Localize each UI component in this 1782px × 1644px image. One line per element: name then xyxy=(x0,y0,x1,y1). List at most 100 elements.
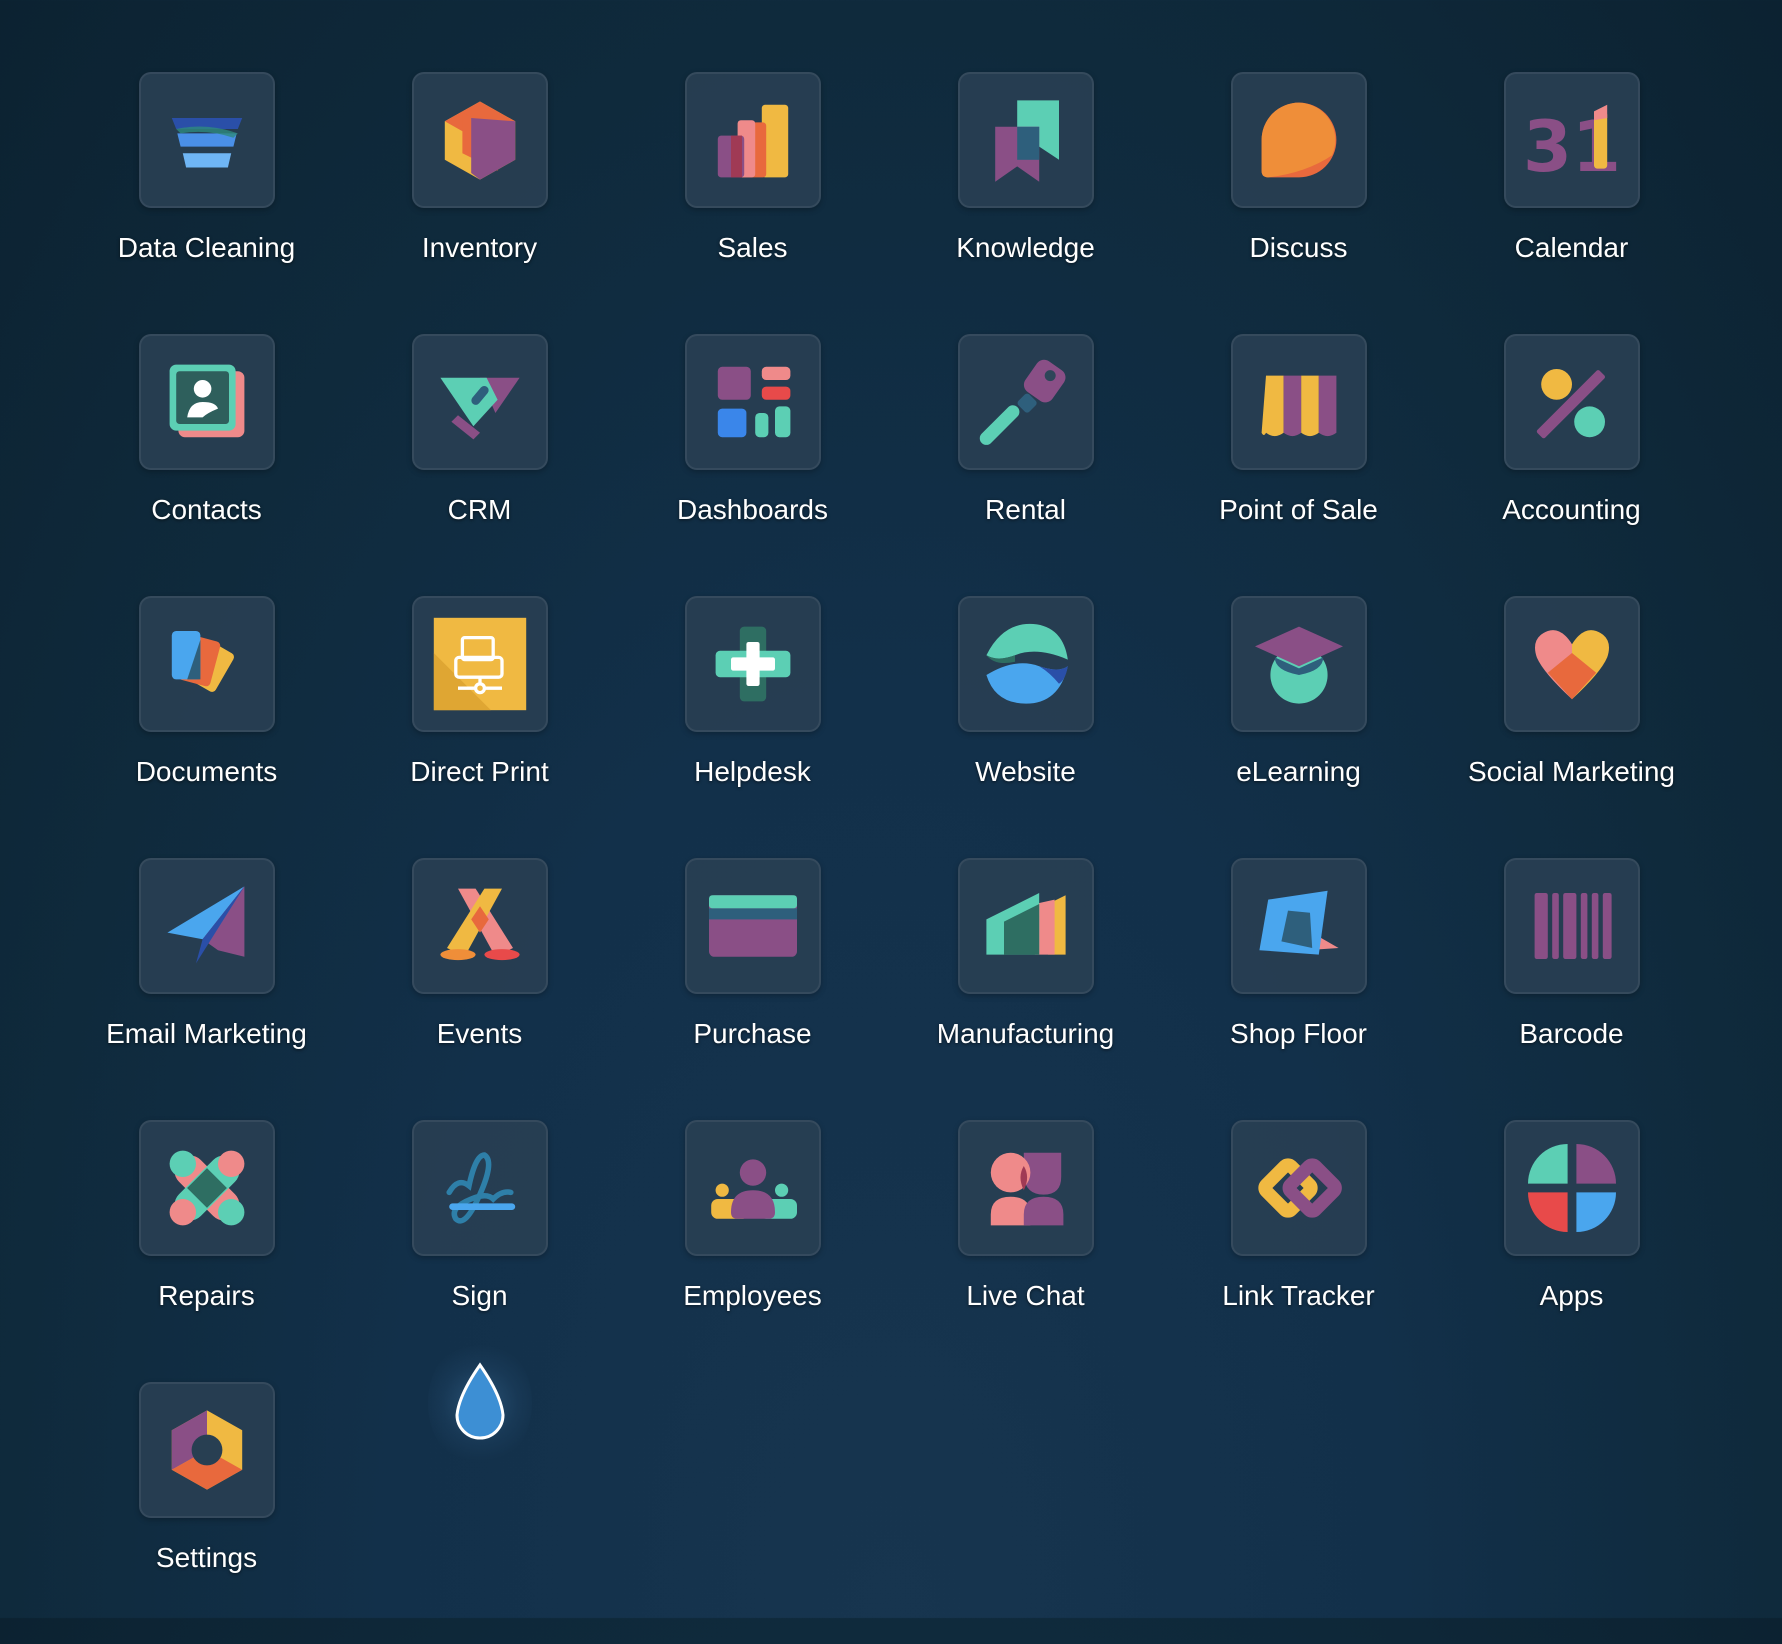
app-tile[interactable] xyxy=(138,334,275,470)
app-label: Inventory xyxy=(421,232,538,263)
app-label: eLearning xyxy=(1236,756,1361,787)
app-email-marketing[interactable]: Email Marketing xyxy=(70,858,343,1120)
manufacturing-icon xyxy=(985,893,1066,955)
app-tile[interactable] xyxy=(684,596,821,732)
app-apps[interactable]: Apps xyxy=(1435,1120,1708,1382)
sign-icon xyxy=(445,1152,515,1224)
app-settings[interactable]: Settings xyxy=(70,1382,343,1644)
app-tile[interactable] xyxy=(138,72,275,208)
app-inventory[interactable]: Inventory xyxy=(343,72,616,334)
contacts-icon xyxy=(169,364,244,438)
app-tile[interactable] xyxy=(957,1120,1094,1256)
app-tile[interactable] xyxy=(684,858,821,994)
app-social-marketing[interactable]: Social Marketing xyxy=(1435,596,1708,858)
app-employees[interactable]: Employees xyxy=(616,1120,889,1382)
app-label: Live Chat xyxy=(966,1280,1085,1311)
app-tile[interactable] xyxy=(957,858,1094,994)
app-tile[interactable] xyxy=(411,72,548,208)
shop-floor-icon xyxy=(1258,890,1339,955)
app-tile[interactable] xyxy=(1230,1120,1367,1256)
app-tile[interactable] xyxy=(957,72,1094,208)
app-repairs[interactable]: Repairs xyxy=(70,1120,343,1382)
app-discuss[interactable]: Discuss xyxy=(1162,72,1435,334)
app-calendar[interactable]: 31 Calendar xyxy=(1435,72,1708,334)
app-label: Documents xyxy=(135,756,278,787)
direct-print-icon xyxy=(433,617,526,711)
app-label: Website xyxy=(975,756,1076,787)
app-crm[interactable]: CRM xyxy=(343,334,616,596)
app-contacts[interactable]: Contacts xyxy=(70,334,343,596)
crm-icon xyxy=(439,377,520,440)
app-tile[interactable] xyxy=(411,858,548,994)
app-rental[interactable]: Rental xyxy=(889,334,1162,596)
app-grid: Data Cleaning Inventory Sales Knowledge … xyxy=(70,72,1708,1644)
app-tile[interactable] xyxy=(138,1382,275,1518)
app-point-of-sale[interactable]: Point of Sale xyxy=(1162,334,1435,596)
app-tile[interactable] xyxy=(1230,596,1367,732)
app-label: Helpdesk xyxy=(694,756,811,787)
app-label: Link Tracker xyxy=(1222,1280,1375,1311)
app-data-cleaning[interactable]: Data Cleaning xyxy=(70,72,343,334)
app-label: Sales xyxy=(717,232,788,263)
data-cleaning-icon xyxy=(171,118,242,168)
app-tile[interactable] xyxy=(684,1120,821,1256)
app-label: Apps xyxy=(1539,1280,1604,1311)
app-accounting[interactable]: Accounting xyxy=(1435,334,1708,596)
app-sales[interactable]: Sales xyxy=(616,72,889,334)
email-marketing-icon xyxy=(166,886,244,964)
app-tile[interactable] xyxy=(684,72,821,208)
repairs-icon xyxy=(169,1150,244,1226)
app-label: Knowledge xyxy=(956,232,1095,263)
app-tile[interactable] xyxy=(1503,1120,1640,1256)
app-tile[interactable] xyxy=(684,334,821,470)
app-events[interactable]: Events xyxy=(343,858,616,1120)
live-chat-icon xyxy=(990,1152,1063,1226)
app-tile[interactable] xyxy=(411,596,548,732)
app-documents[interactable]: Documents xyxy=(70,596,343,858)
app-tile[interactable] xyxy=(957,334,1094,470)
link-tracker-icon xyxy=(1257,1158,1342,1218)
app-tile[interactable]: 31 xyxy=(1503,72,1640,208)
app-tile[interactable] xyxy=(138,858,275,994)
app-label: Calendar xyxy=(1514,232,1629,263)
app-tile[interactable] xyxy=(138,596,275,732)
app-tile[interactable] xyxy=(138,1120,275,1256)
app-tile[interactable] xyxy=(1230,72,1367,208)
app-purchase[interactable]: Purchase xyxy=(616,858,889,1120)
employees-icon xyxy=(710,1159,797,1219)
app-shop-floor[interactable]: Shop Floor xyxy=(1162,858,1435,1120)
app-manufacturing[interactable]: Manufacturing xyxy=(889,858,1162,1120)
app-barcode[interactable]: Barcode xyxy=(1435,858,1708,1120)
documents-icon xyxy=(171,631,234,692)
app-label: Point of Sale xyxy=(1219,494,1378,525)
barcode-icon xyxy=(1534,893,1612,959)
app-label: Settings xyxy=(155,1542,258,1573)
app-elearning[interactable]: eLearning xyxy=(1162,596,1435,858)
app-tile[interactable] xyxy=(957,596,1094,732)
app-direct-print[interactable]: Direct Print xyxy=(343,596,616,858)
app-label: Purchase xyxy=(693,1018,812,1049)
app-tile[interactable] xyxy=(1503,334,1640,470)
app-website[interactable]: Website xyxy=(889,596,1162,858)
app-knowledge[interactable]: Knowledge xyxy=(889,72,1162,334)
app-tile[interactable] xyxy=(411,334,548,470)
droplet-icon xyxy=(455,1362,505,1440)
rental-icon xyxy=(979,359,1065,445)
app-live-chat[interactable]: Live Chat xyxy=(889,1120,1162,1382)
apps-icon xyxy=(1527,1144,1616,1232)
app-tile[interactable] xyxy=(1503,596,1640,732)
app-dashboards[interactable]: Dashboards xyxy=(616,334,889,596)
events-icon xyxy=(439,888,520,961)
app-link-tracker[interactable]: Link Tracker xyxy=(1162,1120,1435,1382)
app-tile[interactable] xyxy=(1503,858,1640,994)
app-tile[interactable] xyxy=(1230,858,1367,994)
app-label: Repairs xyxy=(158,1280,255,1311)
app-tile[interactable] xyxy=(1230,334,1367,470)
app-label: Contacts xyxy=(151,494,262,525)
app-helpdesk[interactable]: Helpdesk xyxy=(616,596,889,858)
discuss-icon xyxy=(1261,102,1336,178)
app-label: Sign xyxy=(451,1280,508,1311)
inventory-icon xyxy=(444,101,515,180)
app-label: Discuss xyxy=(1249,232,1348,263)
app-tile[interactable] xyxy=(411,1120,548,1256)
